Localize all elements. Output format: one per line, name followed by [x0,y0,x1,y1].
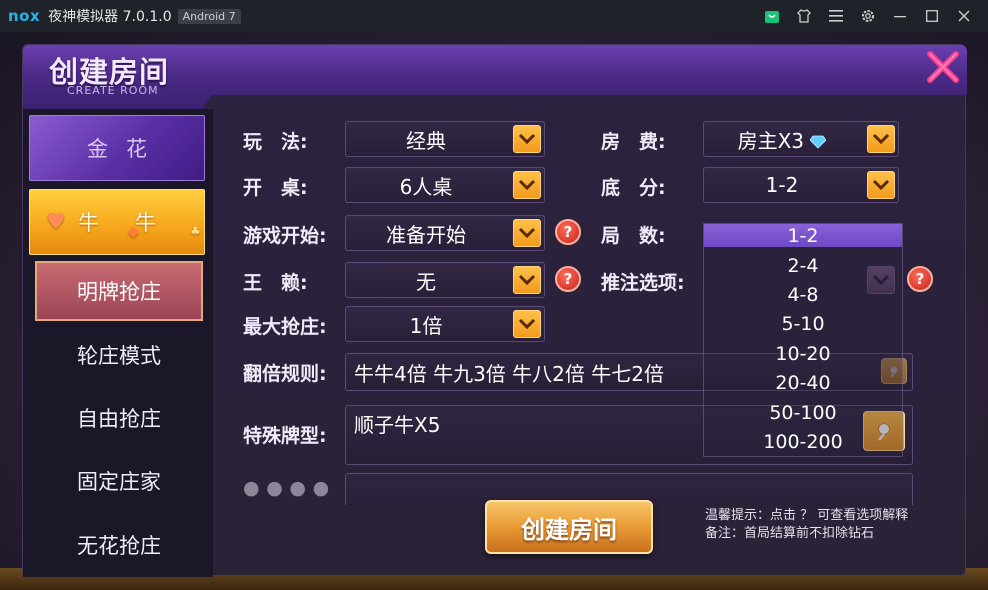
dropdown-option[interactable]: 2-4 [704,252,902,280]
dialog-subtitle: CREATE ROOM [67,84,159,97]
dropdown-option[interactable]: 100-200 [704,428,902,456]
wildcard-label: 王 赖: [243,272,308,294]
maximize-icon[interactable] [916,0,948,32]
menu-icon[interactable] [820,0,852,32]
mode-ziyou-qiangzhuang[interactable]: 自由抢庄 [35,388,203,448]
base-score-select[interactable]: 1-2 [703,167,899,203]
category-jinhua-label: 金花 [87,137,165,161]
chevron-down-icon [513,125,541,153]
wildcard-select[interactable]: 无 [345,262,545,298]
room-fee-value-wrap: 房主X3 [704,125,860,154]
dialog-close-button[interactable] [923,47,963,87]
app-title: 夜神模拟器 7.0.1.0 [48,9,172,25]
game-sidebar: 金花 ♥ ◆ ♣ 牛牛 明牌抢庄 轮庄模式 自由抢庄 固定庄家 无花抢庄 [23,109,213,577]
dropdown-option[interactable]: 50-100 [704,399,902,427]
play-mode-value: 经典 [406,128,446,153]
special-hand-label: 特殊牌型: [243,425,327,447]
chevron-down-icon [513,171,541,199]
room-fee-label: 房 费: [601,131,666,153]
chevron-down-icon [513,219,541,247]
tip-line-note: 备注：首局结算前不扣除钻石 [705,526,875,541]
base-score-dropdown: 1-2 2-4 4-8 5-10 10-20 20-40 50-100 100-… [703,223,903,457]
base-score-value: 1-2 [765,173,799,197]
dropdown-option[interactable]: 1-2 [704,224,902,247]
table-size-value: 6人桌 [399,174,453,199]
game-start-value: 准备开始 [386,222,466,247]
shop-bag-icon[interactable] [756,0,788,32]
shirt-icon[interactable] [788,0,820,32]
chevron-down-icon [513,310,541,338]
game-start-label: 游戏开始: [243,225,327,247]
create-room-button[interactable]: 创建房间 [485,500,653,554]
dropdown-option[interactable]: 20-40 [704,369,902,397]
dropdown-option[interactable]: 4-8 [704,281,902,309]
diamond-icon [809,135,827,149]
game-screen: 创建房间 CREATE ROOM 金花 ♥ ◆ ♣ 牛牛 明牌抢庄 轮庄模式 自… [0,32,988,590]
game-start-select[interactable]: 准备开始 [345,215,545,251]
wildcard-value: 无 [416,269,436,294]
nox-logo: nox [8,7,41,25]
heart-suit-icon: ♥ [46,210,66,235]
max-grab-select[interactable]: 1倍 [345,306,545,342]
max-grab-value: 1倍 [409,313,443,338]
club-suit-icon: ♣ [190,224,201,238]
double-rule-value: 牛牛4倍 牛九3倍 牛八2倍 牛七2倍 [354,362,664,386]
chevron-down-icon [513,266,541,294]
dropdown-option[interactable]: 5-10 [704,310,902,338]
table-size-select[interactable]: 6人桌 [345,167,545,203]
dropdown-option[interactable]: 10-20 [704,340,902,368]
base-score-label: 底 分: [601,177,666,199]
room-fee-select[interactable]: 房主X3 [703,121,899,157]
chevron-down-icon [867,125,895,153]
mode-mingpai-qiangzhuang[interactable]: 明牌抢庄 [35,261,203,321]
play-mode-select[interactable]: 经典 [345,121,545,157]
footer-tips: 温馨提示：点击 ？ 可查看选项解释 备注：首局结算前不扣除钻石 [705,507,908,543]
play-mode-label: 玩 法: [243,131,308,153]
mode-lunzhuang[interactable]: 轮庄模式 [35,325,203,385]
table-size-label: 开 桌: [243,177,308,199]
category-niuniu[interactable]: ♥ ◆ ♣ 牛牛 [29,189,205,255]
close-icon[interactable] [948,0,980,32]
rounds-label: 局 数: [601,225,666,247]
mode-guding-zhuangjia[interactable]: 固定庄家 [35,451,203,511]
category-jinhua[interactable]: 金花 [29,115,205,181]
titlebar-controls [756,0,980,32]
mode-wuhua-qiangzhuang[interactable]: 无花抢庄 [35,515,203,575]
minimize-icon[interactable] [884,0,916,32]
emulator-titlebar: nox 夜神模拟器 7.0.1.0 Android 7 [0,0,988,32]
create-room-dialog: 创建房间 CREATE ROOM 金花 ♥ ◆ ♣ 牛牛 明牌抢庄 轮庄模式 自… [22,44,967,577]
gear-icon[interactable] [852,0,884,32]
android-version-badge: Android 7 [177,8,241,24]
max-grab-label: 最大抢庄: [243,316,327,338]
emulator-window: nox 夜神模拟器 7.0.1.0 Android 7 创建房间 CREATE … [0,0,988,590]
diamond-suit-icon: ◆ [128,224,139,240]
close-x-icon [927,51,959,83]
tip-line-hint: 温馨提示：点击 ？ 可查看选项解释 [705,508,909,523]
wildcard-help-button[interactable]: ? [555,266,581,292]
game-start-help-button[interactable]: ? [555,219,581,245]
room-fee-value: 房主X3 [737,128,805,153]
bet-option-help-button[interactable]: ? [907,266,933,292]
chevron-down-icon [867,171,895,199]
next-option-label-partial: ● ● ● ● [243,477,330,499]
special-hand-value: 顺子牛X5 [354,413,441,437]
double-rule-label: 翻倍规则: [243,363,327,385]
bet-option-label: 推注选项: [601,272,685,294]
